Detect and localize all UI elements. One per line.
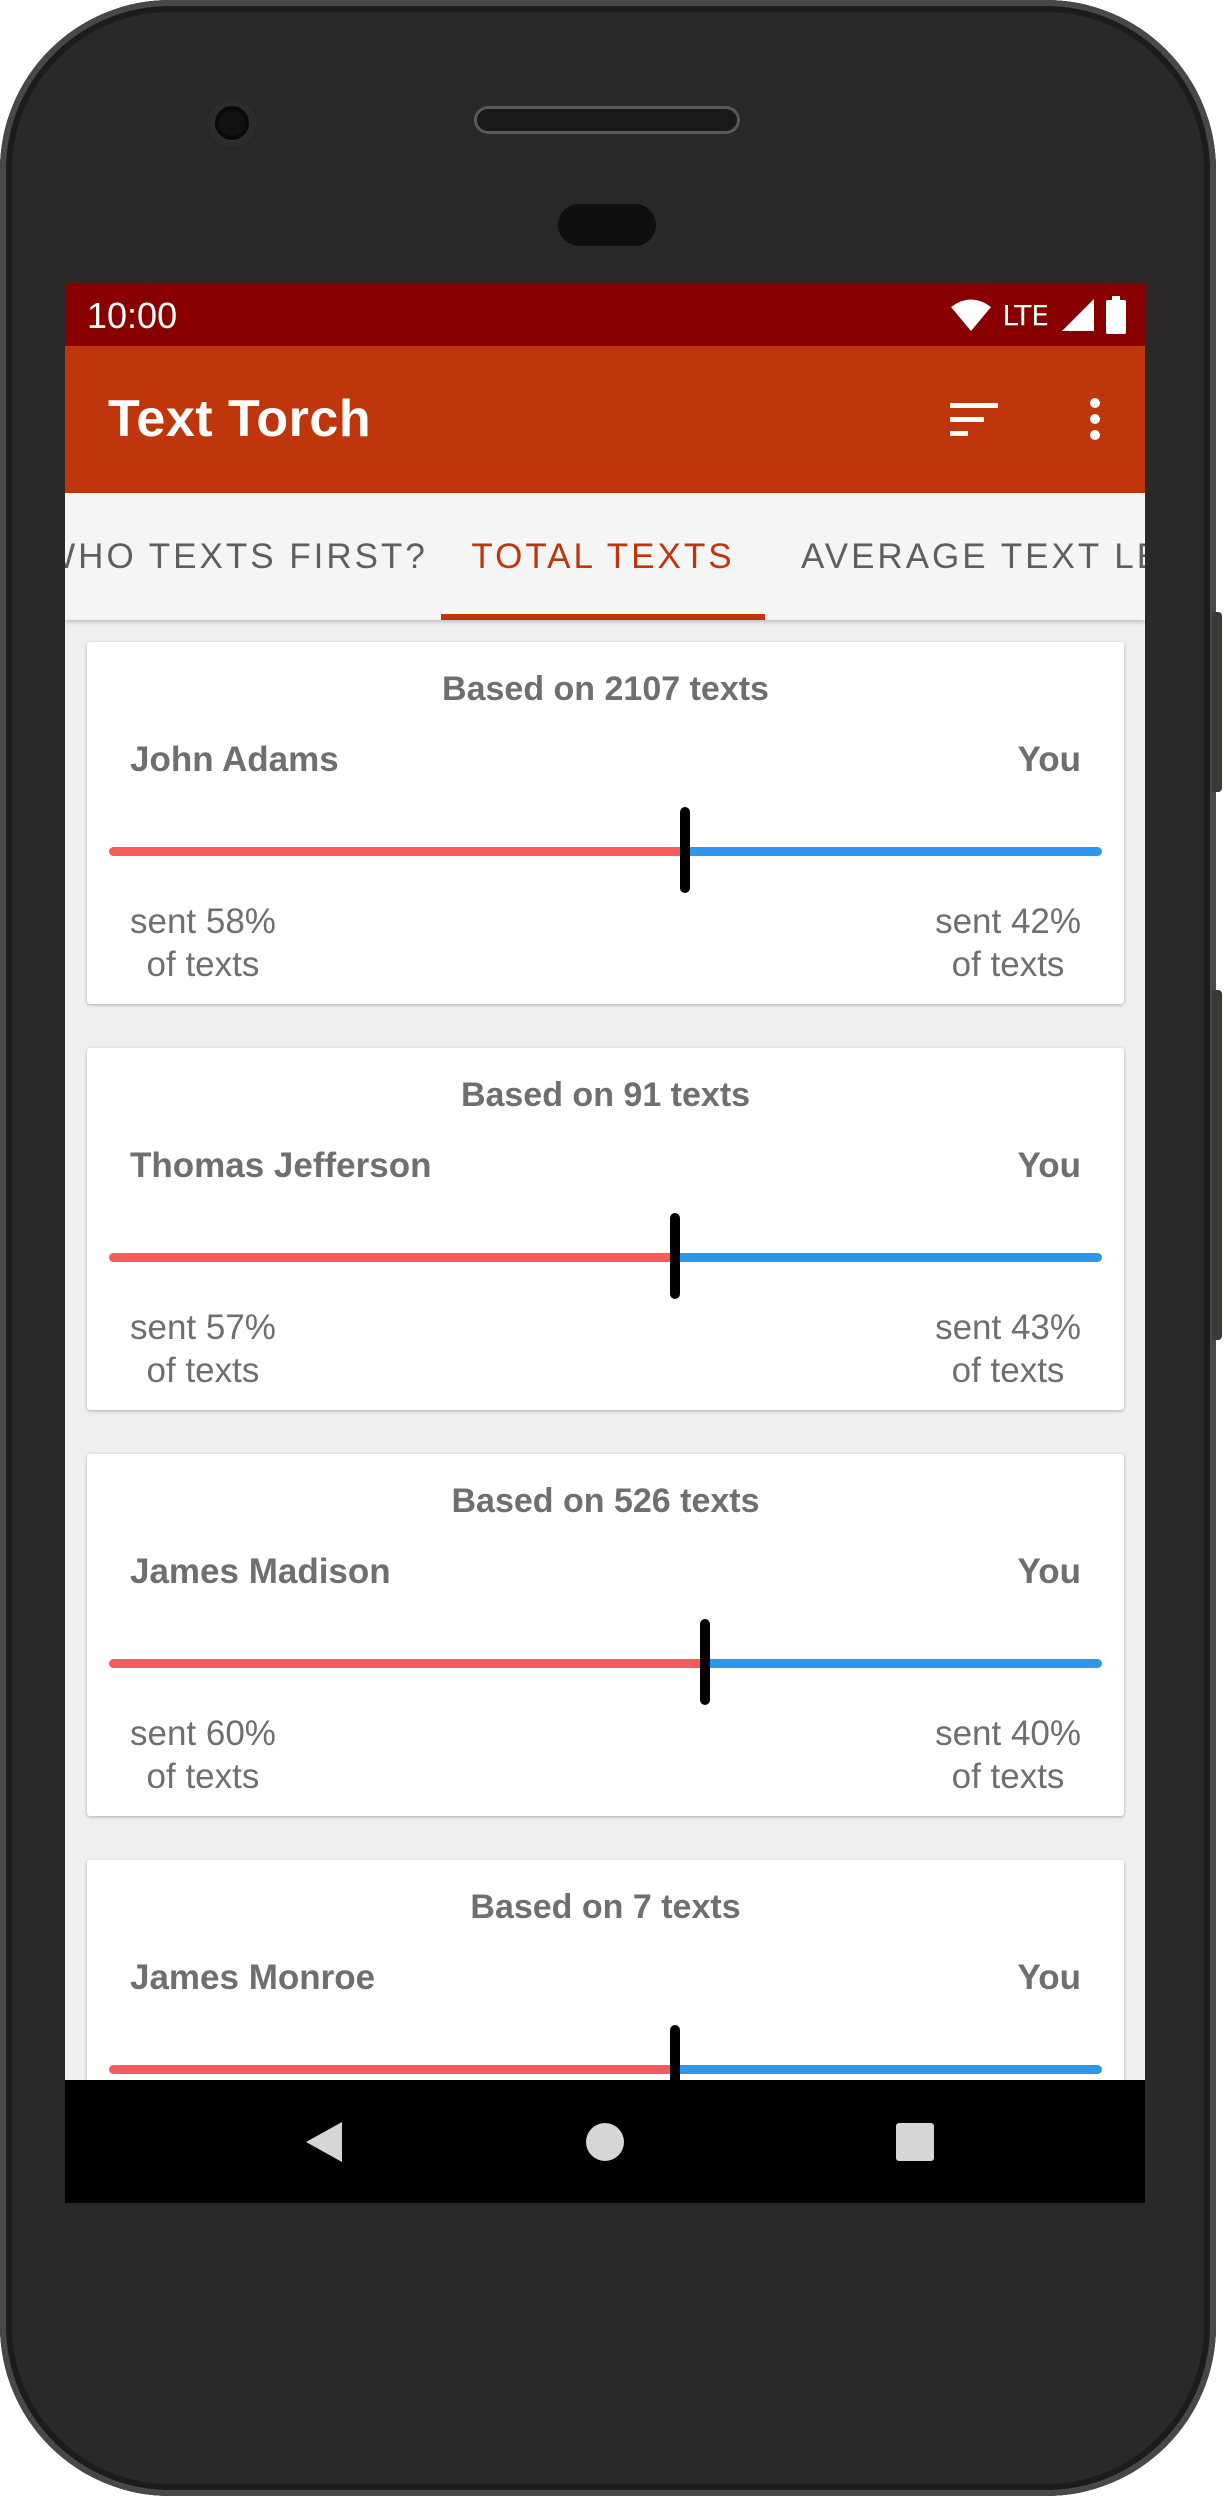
you-percent-line2: of texts [951,1757,1065,1796]
contact-percent-line2: of texts [146,1757,260,1796]
app-title: Text Torch [108,390,372,448]
contact-share-bar [109,1659,705,1668]
contact-name: James Madison [130,1552,391,1591]
contact-share-bar [109,847,685,856]
back-button[interactable] [292,2110,356,2174]
network-type: LTE [1002,298,1049,332]
share-bar [109,1619,1102,1705]
contact-percent-line1: sent 58% [130,902,276,941]
you-label: You [1017,1146,1081,1185]
contact-share-bar [109,2065,675,2074]
home-button[interactable] [573,2110,637,2174]
screen: 10:00 LTE Text Torch WHO TEXTS FIRST? TO… [65,283,1145,2203]
tab-who-texts-first[interactable]: WHO TEXTS FIRST? [65,493,425,620]
share-bar [109,807,1102,893]
front-camera [207,98,257,148]
more-vert-icon [1090,398,1100,440]
tab-bar: WHO TEXTS FIRST? TOTAL TEXTS AVERAGE TEX… [65,493,1145,620]
stat-card: Based on 526 texts James Madison You sen… [87,1454,1124,1816]
power-button [1212,612,1222,792]
share-bar [109,1213,1102,1299]
based-on-label: Based on 526 texts [451,1482,760,1520]
share-marker [699,1619,710,1705]
share-marker [670,1213,680,1299]
you-percent-line1: sent 40% [935,1714,1081,1753]
navigation-bar [65,2080,1145,2203]
contact-percent-line1: sent 60% [130,1714,276,1753]
contact-percent-line2: of texts [146,945,260,984]
share-marker [670,2025,680,2080]
proximity-sensor [558,204,656,246]
based-on-label: Based on 7 texts [470,1888,741,1926]
tab-average-text-length[interactable]: AVERAGE TEXT LENGTH [765,493,1145,620]
share-bar [109,2025,1102,2080]
stat-card: Based on 7 texts James Monroe You [87,1860,1124,2080]
tab-total-texts[interactable]: TOTAL TEXTS [441,493,765,620]
status-icons: LTE [950,293,1127,337]
contact-name: Thomas Jefferson [130,1146,432,1185]
contact-percent: sent 60% of texts [130,1712,276,1798]
stat-card: Based on 2107 texts John Adams You sent … [87,642,1124,1004]
app-bar: Text Torch [65,346,1145,493]
you-label: You [1017,1552,1081,1591]
you-percent: sent 42% of texts [935,900,1081,986]
you-share-bar [704,1659,1102,1668]
you-label: You [1017,1958,1081,1997]
cell-signal-icon [1062,299,1094,331]
contact-name: John Adams [130,740,339,779]
volume-button [1212,990,1222,1340]
contact-percent-line2: of texts [146,1351,260,1390]
contact-percent: sent 57% of texts [130,1306,276,1392]
recents-button[interactable] [883,2110,947,2174]
you-percent-line1: sent 42% [935,902,1081,941]
contact-percent-line1: sent 57% [130,1308,276,1347]
wifi-icon [951,299,992,331]
home-circle-icon [586,2123,624,2161]
you-percent-line1: sent 43% [935,1308,1081,1347]
based-on-label: Based on 2107 texts [442,670,769,708]
overflow-menu-button[interactable] [1065,389,1125,449]
stat-card: Based on 91 texts Thomas Jefferson You s… [87,1048,1124,1410]
you-percent: sent 43% of texts [935,1306,1081,1392]
sort-icon [950,403,998,436]
earpiece-speaker [474,106,740,134]
sort-button[interactable] [945,389,1005,449]
you-label: You [1017,740,1081,779]
battery-icon [1106,296,1126,334]
contact-share-bar [109,1253,675,1262]
you-percent-line2: of texts [951,1351,1065,1390]
share-marker [679,807,690,893]
card-list[interactable]: Based on 2107 texts John Adams You sent … [65,620,1145,2080]
status-bar: 10:00 LTE [65,283,1145,346]
you-share-bar [675,2065,1102,2074]
contact-percent: sent 58% of texts [130,900,276,986]
you-percent: sent 40% of texts [935,1712,1081,1798]
contact-name: James Monroe [130,1958,376,1997]
status-time: 10:00 [87,295,178,336]
based-on-label: Based on 91 texts [460,1076,751,1114]
recents-square-icon [896,2123,934,2161]
you-share-bar [684,847,1102,856]
you-percent-line2: of texts [951,945,1065,984]
you-share-bar [675,1253,1102,1262]
back-triangle-icon [306,2122,342,2162]
